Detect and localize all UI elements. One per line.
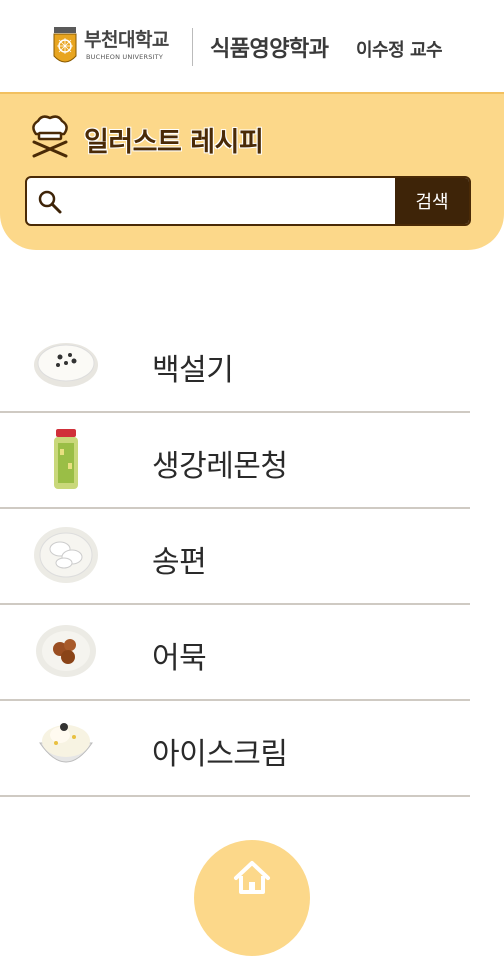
recipe-name: 아이스크림	[152, 737, 288, 772]
header-divider	[192, 28, 193, 66]
ice-cream-thumbnail	[39, 723, 93, 763]
ginger-jar-thumbnail	[54, 429, 78, 489]
fishcake-thumbnail	[36, 625, 96, 677]
list-item-ice-cream[interactable]: 아이스크림	[0, 701, 470, 797]
home-icon	[234, 861, 270, 894]
songpyeon-thumbnail	[34, 527, 98, 583]
app-header: 부천대학교 BUCHEON UNIVERSITY 식품영양학과 이수정 교수	[0, 0, 504, 92]
recipe-name: 송편	[152, 545, 207, 580]
home-button[interactable]	[194, 840, 310, 956]
list-item-songpyeon[interactable]: 송편	[0, 509, 470, 605]
list-item-ginger-lemon[interactable]: 생강레몬청	[0, 413, 470, 509]
department-name: 식품영양학과	[210, 37, 329, 62]
banner-title: 일러스트 레시피	[84, 127, 264, 158]
university-name-en: BUCHEON UNIVERSITY	[86, 53, 163, 61]
list-item-baekseolgi[interactable]: 백설기	[0, 317, 470, 413]
professor-name: 이수정 교수	[356, 40, 443, 61]
search-icon	[38, 190, 62, 214]
search-button[interactable]: 검색	[395, 178, 469, 224]
rice-cake-thumbnail	[34, 343, 98, 387]
list-item-eomuk[interactable]: 어묵	[0, 605, 470, 701]
recipe-name: 백설기	[152, 353, 234, 388]
search-bar: 검색	[25, 176, 471, 226]
recipe-banner: 일러스트 레시피 검색	[0, 92, 504, 250]
search-input[interactable]	[71, 178, 395, 224]
recipe-list: 백설기 생강레몬청 송편 어묵 아이스크림	[0, 317, 470, 797]
recipe-name: 어묵	[152, 641, 207, 676]
chef-hat-icon	[32, 115, 68, 158]
recipe-name: 생강레몬청	[152, 449, 288, 484]
university-logo-icon	[53, 27, 77, 63]
university-name: 부천대학교	[84, 29, 169, 51]
